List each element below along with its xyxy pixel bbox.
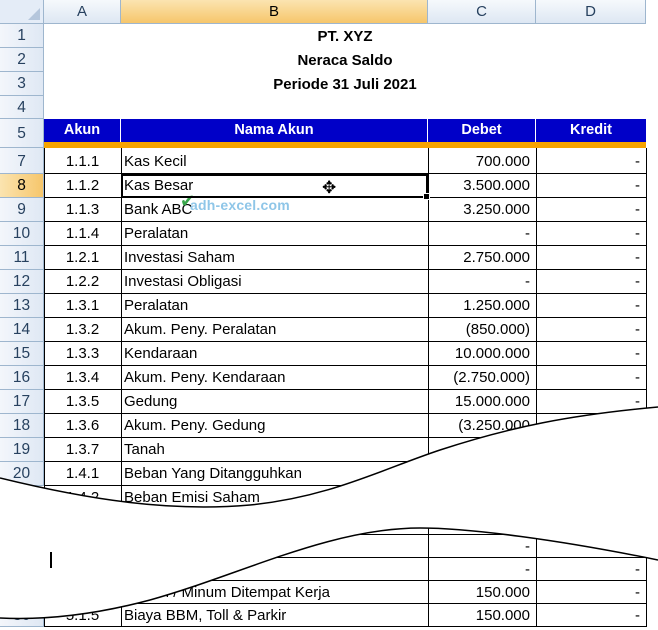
torn-gap bbox=[0, 407, 658, 619]
torn-edge-overlay bbox=[0, 406, 658, 620]
text-cursor-icon bbox=[50, 552, 52, 568]
spreadsheet: A B C D 1 2 3 4 5 7 8 9 10 11 12 13 14 1… bbox=[0, 0, 658, 630]
